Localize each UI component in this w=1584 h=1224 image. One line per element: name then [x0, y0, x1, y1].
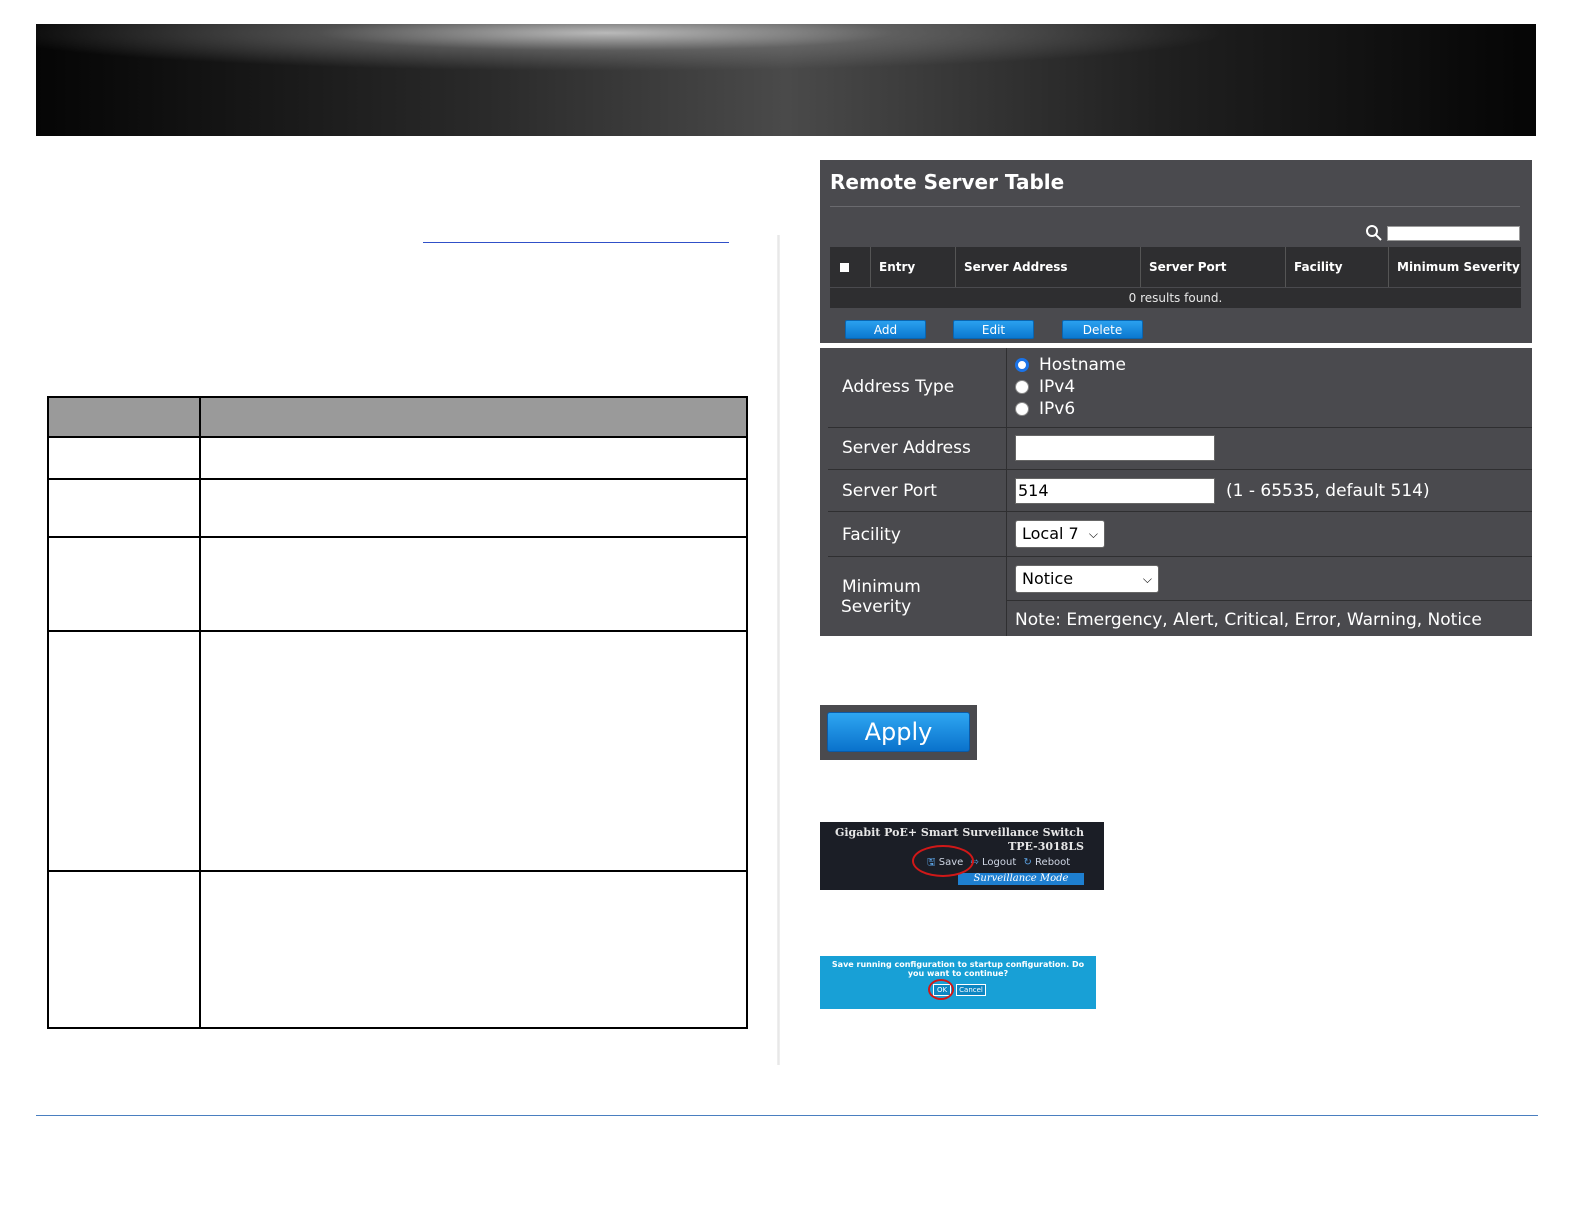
reboot-icon: ↻ [1023, 857, 1032, 868]
column-header-server-port[interactable]: Server Port [1141, 247, 1286, 287]
panel-title: Remote Server Table [830, 170, 1065, 194]
minimum-severity-selected-value: Notice [1022, 569, 1074, 588]
column-header-minimum-severity[interactable]: Minimum Severity [1389, 247, 1521, 287]
column-header-server-address[interactable]: Server Address [956, 247, 1141, 287]
model-number: TPE-3018LS [1008, 840, 1084, 853]
server-port-label: Server Port [842, 481, 937, 501]
facility-label: Facility [842, 525, 901, 545]
chevron-down-icon: ⌵ [1142, 572, 1152, 586]
save-confirm-dialog: Save running configuration to startup co… [820, 956, 1096, 1009]
ipv6-radio-label[interactable]: IPv6 [1039, 399, 1075, 419]
form-column-divider [1006, 348, 1007, 636]
parameter-table [47, 396, 748, 1029]
server-settings-form: Address Type Hostname IPv4 IPv6 Server A… [820, 348, 1532, 636]
reboot-link[interactable]: Reboot [1035, 857, 1070, 868]
table-row-divider [49, 870, 746, 872]
server-port-input[interactable]: 514 [1015, 478, 1215, 504]
hostname-radio-label[interactable]: Hostname [1039, 355, 1126, 375]
table-column-divider [199, 398, 201, 1027]
server-address-label: Server Address [842, 438, 971, 458]
results-count: 0 results found. [830, 288, 1521, 308]
search-icon[interactable] [1365, 224, 1383, 242]
form-row-divider [828, 511, 1532, 512]
table-header-row [49, 398, 746, 438]
table-row-divider [49, 536, 746, 538]
product-name: Gigabit PoE+ Smart Surveillance Switch [834, 826, 1084, 839]
severity-note: Note: Emergency, Alert, Critical, Error,… [1015, 610, 1482, 630]
facility-select[interactable]: Local 7 ⌵ [1015, 520, 1105, 548]
ok-highlight-circle [928, 979, 954, 1000]
ipv4-radio-label[interactable]: IPv4 [1039, 377, 1075, 397]
title-divider [830, 206, 1520, 207]
minimum-severity-label-line2: Severity [841, 597, 912, 617]
column-header-facility[interactable]: Facility [1286, 247, 1389, 287]
select-all-checkbox[interactable] [840, 262, 849, 272]
footer-divider [36, 1115, 1538, 1116]
hostname-radio[interactable] [1015, 358, 1029, 372]
column-header-entry[interactable]: Entry [871, 247, 956, 287]
form-row-divider [828, 556, 1532, 557]
form-row-divider [828, 427, 1532, 428]
table-row-divider [49, 478, 746, 480]
chevron-down-icon: ⌵ [1088, 527, 1098, 541]
remote-server-table-panel: Remote Server Table Entry Server Address… [820, 160, 1532, 343]
hyperlink-underline[interactable] [423, 242, 729, 243]
minimum-severity-select[interactable]: Notice ⌵ [1015, 565, 1159, 593]
column-divider [777, 235, 780, 1065]
surveillance-mode-button[interactable]: Surveillance Mode [958, 873, 1084, 885]
edit-button[interactable]: Edit [953, 320, 1034, 339]
select-all-header[interactable] [830, 247, 871, 287]
apply-button-frame: Apply [820, 705, 977, 760]
table-row-divider [49, 630, 746, 632]
server-address-input[interactable] [1015, 435, 1215, 461]
ipv6-radio[interactable] [1015, 402, 1029, 416]
minimum-severity-label-line1: Minimum [842, 577, 921, 597]
confirm-message: Save running configuration to startup co… [831, 960, 1085, 978]
server-port-hint: (1 - 65535, default 514) [1226, 481, 1430, 501]
facility-selected-value: Local 7 [1022, 524, 1079, 543]
cancel-button[interactable]: Cancel [956, 984, 986, 996]
switch-header-screenshot: Gigabit PoE+ Smart Surveillance Switch T… [820, 822, 1104, 890]
search-input[interactable] [1387, 226, 1520, 241]
form-row-divider [1007, 600, 1532, 601]
address-type-label: Address Type [842, 377, 955, 397]
ipv4-radio[interactable] [1015, 380, 1029, 394]
header-banner [36, 24, 1536, 136]
save-highlight-circle [912, 845, 974, 877]
delete-button[interactable]: Delete [1062, 320, 1143, 339]
logout-link[interactable]: Logout [982, 857, 1016, 868]
add-button[interactable]: Add [845, 320, 926, 339]
apply-button[interactable]: Apply [827, 712, 970, 752]
form-row-divider [828, 469, 1532, 470]
